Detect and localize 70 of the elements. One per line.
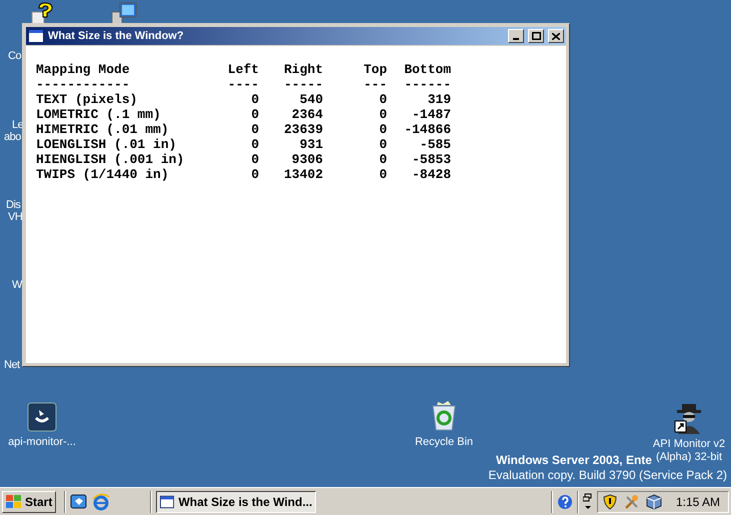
table-cell-text: 0 <box>378 167 387 182</box>
table-cell-text: -8428 <box>410 167 451 182</box>
desktop-icon-label: VH <box>8 211 22 224</box>
desktop-icon-label[interactable]: api-monitor-... <box>8 436 76 449</box>
column-header: Bottom <box>403 62 451 77</box>
close-button[interactable] <box>548 29 564 43</box>
start-button[interactable]: Start <box>2 490 56 512</box>
minimize-button[interactable] <box>508 29 524 43</box>
column-rule: ------------ <box>36 77 131 92</box>
column-header: Top <box>362 62 387 77</box>
table-cell-text: 23639 <box>282 122 323 137</box>
column-header: Mapping Mode <box>36 62 131 77</box>
minimize-icon <box>513 38 519 40</box>
column-rule: ---- <box>226 77 259 92</box>
column-header: Left <box>226 62 259 77</box>
table-cell-text: 0 <box>250 152 259 167</box>
table-cell-text: 0 <box>378 137 387 152</box>
window-switch-icon[interactable] <box>582 492 593 510</box>
windows-logo-icon <box>6 494 22 508</box>
window-title: What Size is the Window? <box>48 28 185 44</box>
tools-icon[interactable] <box>624 494 640 510</box>
desktop-icon-label: Net <box>4 359 20 372</box>
table-cell-text: 13402 <box>282 167 323 182</box>
clock: 1:15 AM <box>676 494 720 510</box>
table-cell-text: -5853 <box>410 152 451 167</box>
maximize-button[interactable] <box>528 29 544 43</box>
desktop-icon-label: Co <box>8 50 22 63</box>
desktop-icon-label: abo <box>4 131 21 144</box>
table-cell-text: 2364 <box>290 107 323 122</box>
help-icon[interactable] <box>556 494 573 510</box>
table-cell-text: 0 <box>250 107 259 122</box>
column-header: Right <box>282 62 323 77</box>
edition-text: Windows Server 2003, Ente <box>496 453 652 468</box>
column-rule: --- <box>362 77 387 92</box>
table-cell-text: LOMETRIC (.1 mm) <box>36 107 162 122</box>
desktop-icon-label: Dis <box>6 199 20 212</box>
taskbar-button[interactable]: What Size is the Wind... <box>156 490 316 512</box>
table-cell-text: 0 <box>250 167 259 182</box>
table-cell-text: HIENGLISH (.001 in) <box>36 152 186 167</box>
table-cell-text: 0 <box>378 107 387 122</box>
table-cell-text: TWIPS (1/1440 in) <box>36 167 170 182</box>
table-cell-text: 931 <box>298 137 323 152</box>
table-cell-text: 0 <box>378 122 387 137</box>
table-cell-text: -585 <box>418 137 451 152</box>
desktop-icon-label[interactable]: Recycle Bin <box>414 436 474 449</box>
shield-icon[interactable] <box>602 494 618 510</box>
table-cell-text: 0 <box>250 122 259 137</box>
table-cell-text: -1487 <box>410 107 451 122</box>
table-cell-text: 0 <box>378 92 387 107</box>
close-icon <box>552 32 560 40</box>
table-cell-text: -14866 <box>403 122 451 137</box>
cube-icon[interactable] <box>646 494 662 510</box>
table-cell-text: 9306 <box>290 152 323 167</box>
spy-figure-icon <box>674 402 704 434</box>
table-cell-text: 319 <box>426 92 451 107</box>
app-icon <box>27 402 57 432</box>
window-icon <box>28 29 44 43</box>
build-text: Evaluation copy. Build 3790 (Service Pack 2) <box>488 468 727 483</box>
table-cell-text: 0 <box>250 92 259 107</box>
column-rule: ----- <box>282 77 323 92</box>
table-cell-text: LOENGLISH (.01 in) <box>36 137 178 152</box>
maximize-icon <box>532 32 540 40</box>
table-cell-text: HIMETRIC (.01 mm) <box>36 122 170 137</box>
desktop-icon-label: W <box>12 279 22 292</box>
table-cell-text: 0 <box>250 137 259 152</box>
window-icon <box>160 494 174 508</box>
table-cell-text: 0 <box>378 152 387 167</box>
column-rule: ------ <box>403 77 451 92</box>
table-cell-text: TEXT (pixels) <box>36 92 138 107</box>
table-cell-text: 540 <box>298 92 323 107</box>
